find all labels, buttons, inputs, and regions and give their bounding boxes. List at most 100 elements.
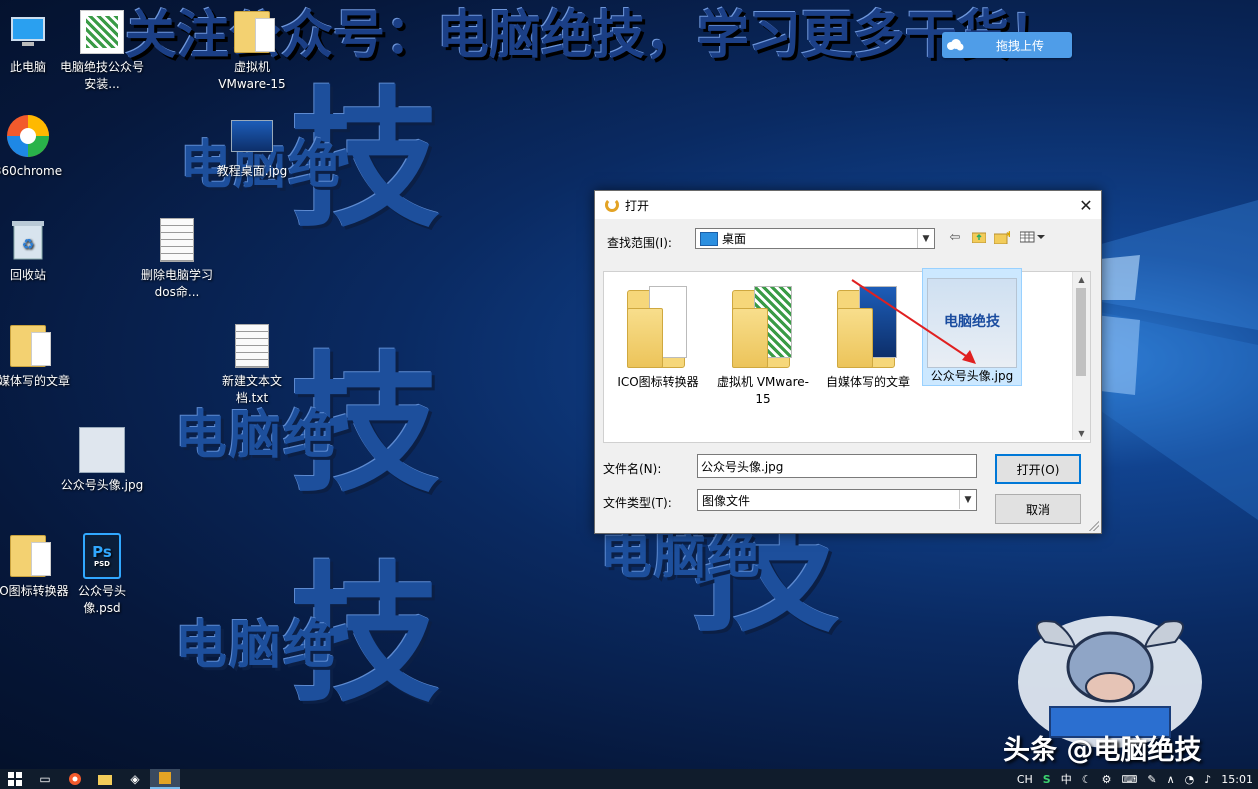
- lookin-label: 查找范围(I):: [607, 236, 672, 250]
- filename-input[interactable]: 公众号头像.jpg: [697, 454, 977, 478]
- file-list-scrollbar[interactable]: ▲ ▼: [1072, 272, 1090, 440]
- desktop-icon-label: ICO图标转换器: [0, 584, 69, 598]
- desktop-icon-wechat-installer[interactable]: 电脑绝技公众号安装...: [60, 8, 144, 93]
- desktop-icon-tutorial-jpg[interactable]: 教程桌面.jpg: [210, 112, 294, 180]
- folder-icon: [713, 278, 813, 374]
- desktop-icon-media-articles[interactable]: 自媒体写的文章: [0, 322, 70, 390]
- settings-icon[interactable]: ⚙: [1102, 773, 1112, 786]
- new-folder-icon[interactable]: ✱: [994, 229, 1010, 245]
- active-app-taskbar-icon[interactable]: [150, 769, 180, 789]
- desktop-icon-label: 自媒体写的文章: [0, 374, 71, 388]
- folder-icon: [608, 278, 708, 374]
- desktop-icon-avatar-psd[interactable]: Ps PSD 公众号头像.psd: [60, 532, 144, 617]
- taskbar: ▭ ◈ CH S 中 ☾ ⚙ ⌨ ✎ ∧ ◔ ♪ 15:01: [0, 769, 1258, 789]
- chevron-down-icon[interactable]: ▼: [959, 490, 976, 509]
- file-item-label: ICO图标转换器: [617, 375, 699, 389]
- watermark-text: 电脑绝: [175, 615, 338, 676]
- computer-icon: [4, 8, 52, 56]
- file-list: ICO图标转换器 虚拟机 VMware-15 自媒体写的文章 电脑绝技 公众号头…: [603, 268, 1091, 443]
- folder-icon: [4, 532, 52, 580]
- desktop-icon-recycle-bin[interactable]: ♻ 回收站: [0, 216, 70, 284]
- windows-start-icon[interactable]: [0, 769, 30, 789]
- credit-text: 头条 @电脑绝技: [1003, 735, 1202, 766]
- desktop-icon-label: 电脑绝技公众号安装...: [60, 60, 145, 91]
- moon-icon[interactable]: ☾: [1082, 773, 1092, 786]
- app-taskbar-icon[interactable]: ◈: [120, 769, 150, 789]
- lookin-value: 桌面: [722, 232, 747, 246]
- desktop-icon-avatar-jpg[interactable]: 公众号头像.jpg: [60, 426, 144, 494]
- open-button[interactable]: 打开(O): [995, 454, 1081, 484]
- svg-text:✱: ✱: [1006, 231, 1010, 239]
- browser-taskbar-icon[interactable]: [60, 769, 90, 789]
- file-item-vmware[interactable]: 虚拟机 VMware-15: [713, 278, 813, 408]
- task-view-icon[interactable]: ▭: [30, 769, 60, 789]
- psd-badge: Ps: [92, 542, 112, 561]
- browser-icon: [4, 112, 52, 160]
- desktop-icon-label: 删除电脑学习dos命...: [140, 268, 213, 299]
- desktop-icon: [700, 231, 718, 246]
- upload-label: 拖拽上传: [995, 38, 1044, 53]
- file-item-label: 公众号头像.jpg: [930, 369, 1014, 383]
- up-folder-icon[interactable]: [971, 229, 987, 245]
- filetype-value: 图像文件: [702, 493, 751, 508]
- scroll-up-icon[interactable]: ▲: [1073, 272, 1090, 286]
- dialog-titlebar[interactable]: 打开 ✕: [595, 191, 1101, 219]
- view-menu-icon[interactable]: [1019, 229, 1047, 245]
- clock[interactable]: 15:01: [1221, 773, 1253, 786]
- desktop-icon-label: 虚拟机 VMware-15: [218, 60, 286, 91]
- input-language[interactable]: CH: [1017, 773, 1033, 786]
- image-file-icon: [78, 426, 126, 474]
- desktop-icon-new-txt[interactable]: 新建文本文档.txt: [210, 322, 294, 407]
- chevron-down-icon[interactable]: ▼: [917, 229, 934, 248]
- folder-icon: [228, 8, 276, 56]
- desktop-icon-360chrome[interactable]: 360chrome: [0, 112, 70, 180]
- svg-text:♻: ♻: [22, 237, 35, 253]
- filetype-select[interactable]: 图像文件 ▼: [697, 489, 977, 511]
- scroll-thumb[interactable]: [1076, 288, 1086, 376]
- image-file-icon: [228, 112, 276, 160]
- chevron-up-icon[interactable]: ∧: [1167, 773, 1175, 786]
- dialog-title: 打开: [625, 198, 650, 213]
- upload-button[interactable]: 拖拽上传: [942, 32, 1072, 58]
- watermark-text: 电脑绝: [175, 405, 338, 466]
- file-item-label: 自媒体写的文章: [825, 375, 910, 389]
- psd-sub: PSD: [94, 559, 110, 568]
- back-icon[interactable]: ⇦: [947, 229, 963, 245]
- desktop-icon-label: 360chrome: [0, 164, 63, 178]
- image-file-icon: [78, 8, 126, 56]
- cancel-button[interactable]: 取消: [995, 494, 1081, 524]
- filetype-label: 文件类型(T):: [603, 496, 672, 510]
- watermark-text: 电脑绝: [600, 525, 763, 586]
- open-file-dialog: 打开 ✕ 查找范围(I): 桌面 ▼ ⇦ ✱ ICO图标转换器 虚拟机 VMwa…: [594, 190, 1102, 534]
- network-icon[interactable]: ◔: [1185, 773, 1195, 786]
- lookin-combo[interactable]: 桌面 ▼: [695, 228, 935, 249]
- app-icon: [605, 198, 619, 212]
- text-file-icon: [153, 216, 201, 264]
- ime-mode[interactable]: 中: [1061, 771, 1072, 787]
- desktop-icon-label: 公众号头像.psd: [77, 584, 126, 615]
- folder-icon: [4, 322, 52, 370]
- close-icon[interactable]: ✕: [1071, 191, 1101, 219]
- desktop-icon-label: 教程桌面.jpg: [216, 164, 288, 178]
- desktop-icon-label: 回收站: [9, 268, 46, 282]
- red-arrow-annotation: [851, 279, 976, 364]
- file-explorer-icon[interactable]: [90, 769, 120, 789]
- desktop-icon-label: 公众号头像.jpg: [60, 478, 144, 492]
- keyboard-icon[interactable]: ⌨: [1121, 773, 1137, 786]
- filename-label: 文件名(N):: [603, 462, 662, 476]
- desktop-icon-label: 此电脑: [9, 60, 46, 74]
- desktop-icon-label: 新建文本文档.txt: [221, 374, 282, 405]
- text-file-icon: [228, 322, 276, 370]
- ime-icon[interactable]: S: [1043, 773, 1051, 786]
- recycle-bin-icon: ♻: [4, 216, 52, 264]
- wrench-icon[interactable]: ✎: [1147, 773, 1156, 786]
- scroll-down-icon[interactable]: ▼: [1073, 426, 1090, 440]
- system-tray: CH S 中 ☾ ⚙ ⌨ ✎ ∧ ◔ ♪ 15:01: [1012, 769, 1258, 789]
- desktop-icon-vmware[interactable]: 虚拟机 VMware-15: [210, 8, 294, 93]
- volume-icon[interactable]: ♪: [1204, 773, 1211, 786]
- resize-grip[interactable]: [1089, 521, 1099, 531]
- desktop-icon-dos-doc[interactable]: 删除电脑学习dos命...: [135, 216, 219, 301]
- cloud-icon: [942, 32, 968, 58]
- file-item-ico-converter[interactable]: ICO图标转换器: [608, 278, 708, 391]
- file-item-label: 虚拟机 VMware-15: [717, 375, 809, 406]
